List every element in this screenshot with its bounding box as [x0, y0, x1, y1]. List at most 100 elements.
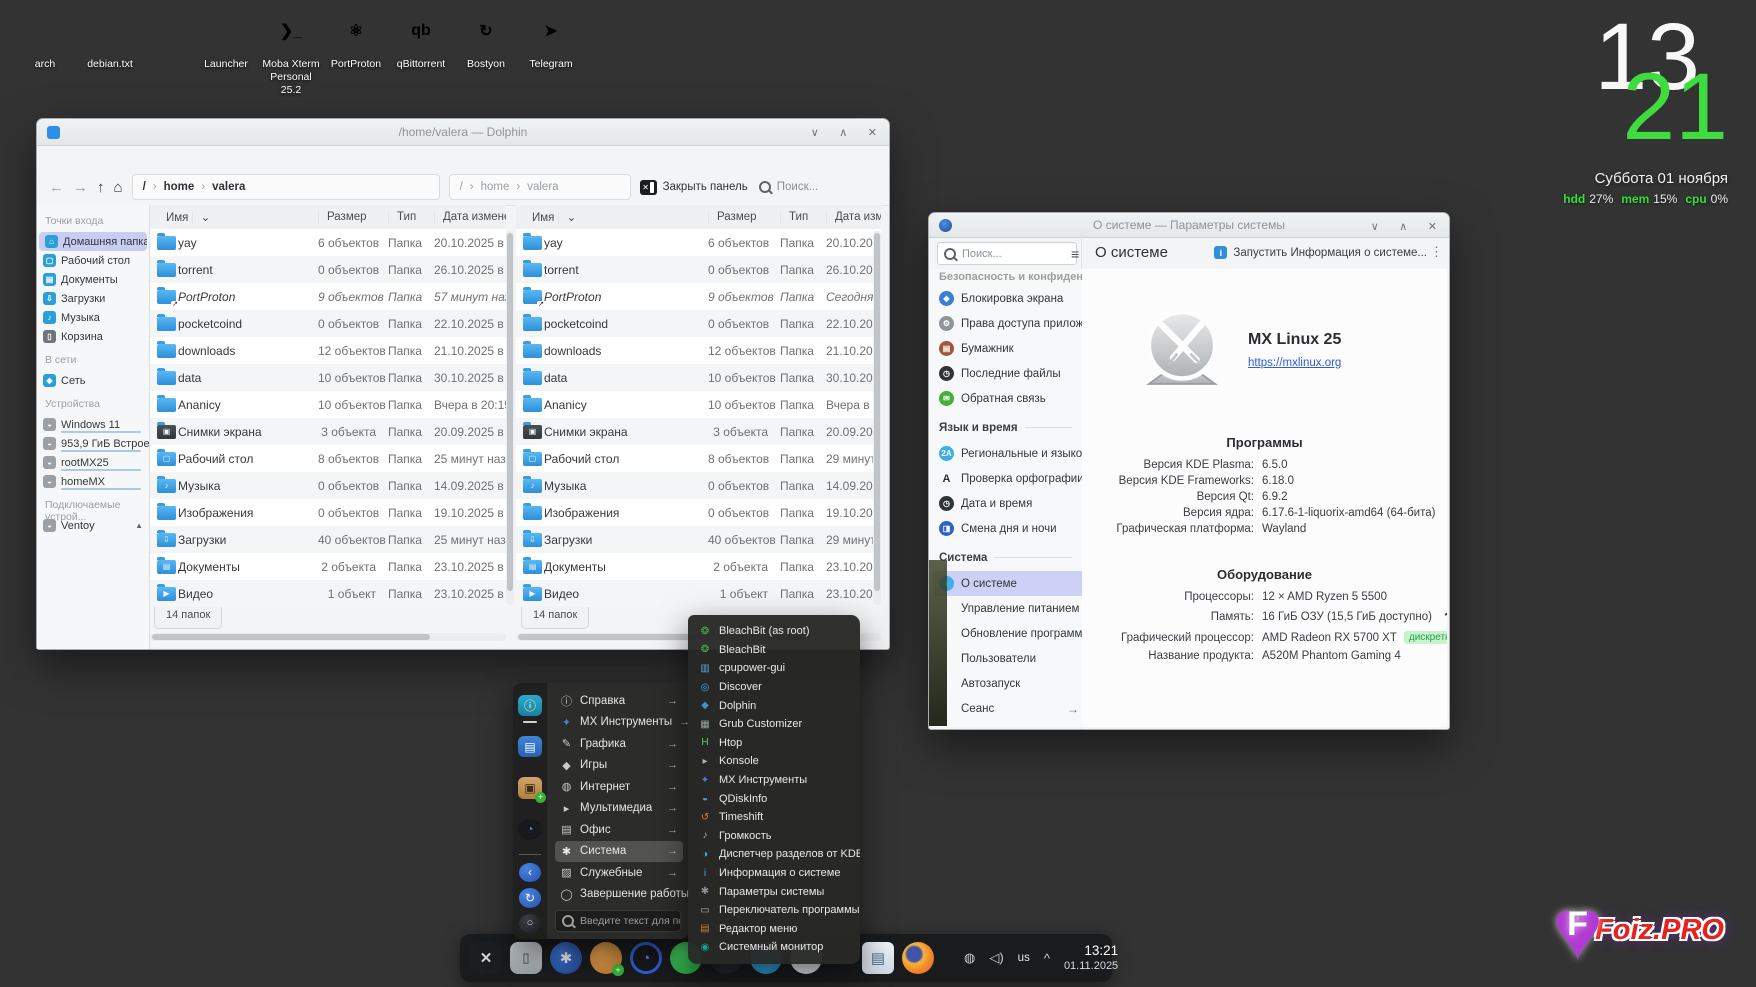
sidebar-entry[interactable]: ◒ Windows 11: [37, 415, 149, 434]
file-row[interactable]: ⇩ Загрузки 40 объектов Папка 29 минут на…: [516, 526, 881, 553]
launch-info-button[interactable]: i Запустить Информация о системе...: [1214, 246, 1427, 259]
trash-icon[interactable]: ▯: [510, 942, 542, 974]
settings-sidebar-entry[interactable]: Обновление программ: [933, 621, 1085, 646]
forward-icon[interactable]: →: [73, 179, 88, 196]
sidebar-entry[interactable]: ◒ 953,9 ГиБ Встроен...: [37, 434, 149, 453]
desktop-icon[interactable]: qb qBittorrent: [390, 6, 452, 97]
category-item[interactable]: ◆ Игры →: [555, 755, 683, 777]
file-row[interactable]: ▤ Документы 2 объекта Папка 23.10.2025 в: [516, 553, 881, 580]
favorite-info-icon[interactable]: ⓘ: [518, 695, 542, 716]
sidebar-entry[interactable]: ♪ Музыка: [37, 308, 149, 327]
breadcrumb[interactable]: /homevalera: [132, 174, 440, 200]
home-icon[interactable]: ⌂: [114, 179, 123, 196]
maximize-icon[interactable]: ∧: [1399, 221, 1407, 233]
sidebar-entry[interactable]: ◈ Сеть: [37, 371, 149, 390]
file-row[interactable]: pocketcoind 0 объектов Папка 22.10.2025 …: [516, 310, 881, 337]
breadcrumb-segment[interactable]: home: [463, 181, 510, 193]
refresh-icon[interactable]: ↻: [519, 888, 541, 907]
submenu-item[interactable]: ▥ cpupower-gui: [688, 659, 860, 678]
network-icon[interactable]: ◍: [964, 950, 975, 966]
category-item[interactable]: ▸ Мультимедиа →: [555, 798, 683, 820]
back-icon[interactable]: ‹: [519, 863, 541, 882]
hamburger-menu-icon[interactable]: ≡: [1071, 246, 1079, 262]
up-icon[interactable]: ↑: [97, 179, 105, 196]
sidebar-entry[interactable]: ▢ Рабочий стол: [37, 251, 149, 270]
breadcrumb-segment[interactable]: valera: [194, 181, 245, 193]
file-row[interactable]: ▣ Снимки экрана 3 объекта Папка 20.09.20…: [516, 418, 881, 445]
system-gauge-icon[interactable]: ◔: [630, 942, 662, 974]
file-row[interactable]: pocketcoind 0 объектов Папка 22.10.2025 …: [150, 310, 506, 337]
tray-expander-icon[interactable]: ^: [1044, 951, 1050, 966]
sidebar-entry[interactable]: ◒ rootMX25: [37, 453, 149, 472]
keyboard-layout[interactable]: us: [1018, 952, 1030, 964]
settings-sidebar-entry[interactable]: Язык и время: [933, 414, 1085, 441]
settings-sidebar-entry[interactable]: ⚙ Права доступа приложений: [933, 311, 1085, 336]
close-panel-button[interactable]: ✕ Закрыть панель: [640, 180, 748, 195]
file-row[interactable]: downloads 12 объектов Папка 21.10.2025 в: [516, 337, 881, 364]
sidebar-entry[interactable]: ⌂ Домашняя папка: [39, 232, 147, 251]
settings-sidebar-entry[interactable]: Автозапуск: [933, 671, 1085, 696]
sidebar-entry[interactable]: В сети: [37, 346, 149, 371]
favorite-installer-icon[interactable]: ▣: [518, 777, 542, 798]
file-manager-icon[interactable]: ▤: [862, 942, 894, 974]
distro-url-link[interactable]: https://mxlinux.org: [1248, 357, 1341, 369]
power-icon[interactable]: ○: [519, 914, 541, 933]
file-row[interactable]: yay 6 объектов Папка 20.10.2025 в: [516, 229, 881, 256]
column-headers-right[interactable]: Имя ⌄ Размер Тип Дата изменения: [516, 205, 881, 230]
close-icon[interactable]: ✕: [868, 127, 877, 139]
breadcrumb-secondary[interactable]: /homevalera: [449, 174, 631, 200]
column-headers-left[interactable]: Имя ⌄ Размер Тип Дата изменения: [150, 205, 506, 230]
desktop-icon[interactable]: ❯_ Moba Xterm Personal 25.2: [260, 6, 322, 97]
file-row[interactable]: data 10 объектов Папка 30.10.2025 в: [516, 364, 881, 391]
kde-settings-icon[interactable]: ✱: [550, 942, 582, 974]
submenu-item[interactable]: ✱ Параметры системы: [688, 882, 860, 901]
sidebar-entry[interactable]: ◒ homeMX: [37, 472, 149, 491]
settings-sidebar-entry[interactable]: Пользователи: [933, 646, 1085, 671]
settings-sidebar-entry[interactable]: Управление питанием: [933, 596, 1085, 621]
desktop-icon[interactable]: ↻ Bostyon: [455, 6, 517, 97]
dolphin-titlebar[interactable]: /home/valera — Dolphin ∨ ∧ ✕: [37, 119, 889, 146]
submenu-item[interactable]: ◑ Диспетчер разделов от KDE: [688, 845, 860, 864]
settings-sidebar-entry[interactable]: ◨ Смена дня и ночи: [933, 516, 1085, 541]
settings-sidebar-entry[interactable]: A Проверка орфографии: [933, 466, 1085, 491]
category-item[interactable]: ⓘ Справка →: [555, 690, 683, 712]
sidebar-entry[interactable]: Устройства: [37, 390, 149, 415]
category-item[interactable]: ◍ Интернет →: [555, 776, 683, 798]
file-row[interactable]: ♪ Музыка 0 объектов Папка 14.09.2025 в 0…: [150, 472, 506, 499]
eject-icon[interactable]: ▲: [135, 521, 143, 530]
submenu-item[interactable]: ▭ Переключатель программы Conky: [688, 901, 860, 920]
file-row[interactable]: ▣ Снимки экрана 3 объекта Папка 20.09.20…: [150, 418, 506, 445]
file-row[interactable]: data 10 объектов Папка 30.10.2025 в 18:1: [150, 364, 506, 391]
desktop-icon[interactable]: ➤ Telegram: [520, 6, 582, 97]
favorite-filemanager-icon[interactable]: ▤: [518, 736, 542, 757]
settings-sidebar-entry[interactable]: 2A Региональные и языковые...: [933, 441, 1085, 466]
menu-search-input[interactable]: Введите текст для поиска...: [555, 910, 681, 932]
submenu-item[interactable]: ◆ Dolphin: [688, 696, 860, 715]
desktop-icon[interactable]: debian.txt: [79, 6, 141, 97]
sidebar-entry[interactable]: Подключаемые устрой...: [37, 491, 149, 516]
close-icon[interactable]: ✕: [1428, 221, 1437, 233]
settings-titlebar[interactable]: О системе — Параметры системы ∨ ∧ ✕: [929, 213, 1449, 238]
submenu-item[interactable]: ▦ Grub Customizer: [688, 715, 860, 734]
file-row[interactable]: ♪ Музыка 0 объектов Папка 14.09.2025 в: [516, 472, 881, 499]
file-row[interactable]: ▤ Документы 2 объекта Папка 23.10.2025 в…: [150, 553, 506, 580]
settings-sidebar-entry[interactable]: ◷ Дата и время: [933, 491, 1085, 516]
file-row[interactable]: ▢ Рабочий стол 8 объектов Папка 25 минут…: [150, 445, 506, 472]
package-installer-icon[interactable]: [590, 942, 622, 974]
desktop-icon[interactable]: Launcher: [195, 6, 257, 97]
settings-search-input[interactable]: Поиск...: [937, 242, 1077, 265]
settings-sidebar-entry[interactable]: Сеанс →: [933, 696, 1085, 721]
submenu-item[interactable]: ◉ Системный монитор: [688, 938, 860, 957]
settings-sidebar-entry[interactable]: ▤ Бумажник: [933, 336, 1085, 361]
file-row[interactable]: ▶ Видео 1 объект Папка 23.10.2025 в: [516, 580, 881, 607]
category-item[interactable]: ✎ Графика →: [555, 733, 683, 755]
firefox-icon[interactable]: [902, 942, 934, 974]
sidebar-entry[interactable]: ▯ Корзина: [37, 327, 149, 346]
sidebar-entry[interactable]: ▤ Документы: [37, 270, 149, 289]
file-row[interactable]: Ananicy 10 объектов Папка Вчера в 20:19: [150, 391, 506, 418]
sidebar-entry[interactable]: ⇩ Загрузки: [37, 289, 149, 308]
minimize-icon[interactable]: ∨: [811, 127, 819, 139]
breadcrumb-segment[interactable]: home: [146, 181, 195, 193]
overflow-menu-icon[interactable]: ⋮: [1430, 244, 1443, 260]
breadcrumb-segment[interactable]: valera: [509, 181, 558, 193]
